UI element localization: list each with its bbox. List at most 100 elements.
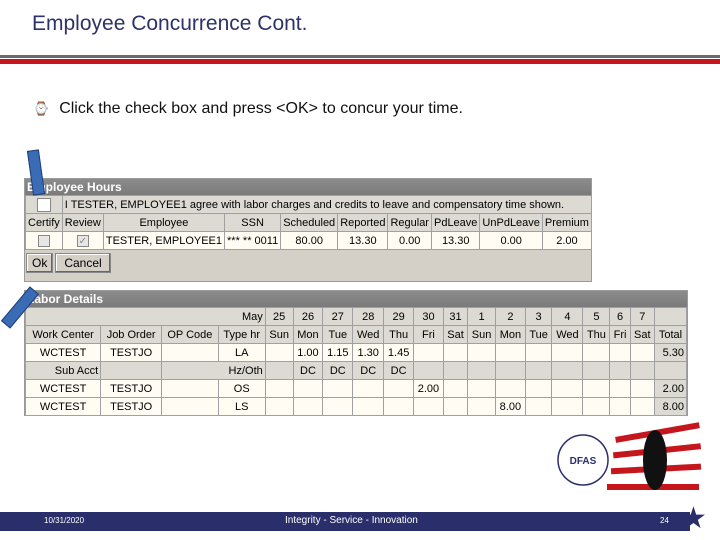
hours-cell: 1.00 (292, 343, 324, 362)
day-header: Sat (442, 325, 469, 344)
date-header: 5 (582, 307, 611, 326)
hours-cell (442, 361, 469, 380)
dfas-logo: DFAS (555, 420, 705, 510)
day-header: Wed (352, 325, 385, 344)
hours-cell (264, 361, 294, 380)
date-header: 1 (467, 307, 496, 326)
hours-cell (264, 397, 294, 416)
date-header: 31 (442, 307, 469, 326)
hours-cell (582, 379, 611, 398)
unpdleave-cell: 0.00 (479, 231, 543, 250)
day-header: Mon (292, 325, 324, 344)
date-header: 27 (322, 307, 354, 326)
logo-text: DFAS (570, 456, 597, 467)
hours-cell: 1.30 (352, 343, 385, 362)
hours-cell (467, 343, 496, 362)
day-header: Fri (413, 325, 444, 344)
date-header: 4 (551, 307, 584, 326)
hours-cell (494, 379, 526, 398)
column-header: Premium (541, 213, 592, 232)
date-header: 6 (609, 307, 631, 326)
hours-cell (609, 379, 631, 398)
hours-cell (413, 343, 444, 362)
op-code-cell (161, 397, 219, 416)
premium-cell: 2.00 (541, 231, 592, 250)
work-center-cell: WCTEST (24, 343, 102, 362)
employee-hours-panel: Employee Hours I TESTER, EMPLOYEE1 agree… (24, 178, 592, 282)
day-header: Thu (383, 325, 415, 344)
employee-hours-header: Employee Hours (25, 179, 591, 195)
job-order-cell: TESTJO (100, 397, 163, 416)
cancel-button[interactable]: Cancel (55, 253, 111, 273)
hours-cell (582, 361, 611, 380)
clock-icon: ⌚ (33, 101, 50, 116)
hours-cell: DC (383, 361, 415, 380)
review-checkbox (76, 234, 89, 247)
hours-cell (551, 343, 584, 362)
hours-cell (629, 343, 655, 362)
pdleave-cell: 13.30 (430, 231, 481, 250)
day-header: Mon (494, 325, 526, 344)
hours-cell: 8.00 (494, 397, 526, 416)
date-header: 26 (292, 307, 324, 326)
hours-cell (494, 361, 526, 380)
type-cell: LA (217, 343, 266, 362)
certify-checkbox[interactable] (36, 197, 51, 212)
hours-cell (551, 379, 584, 398)
column-header: Type hr (217, 325, 266, 344)
hours-cell (524, 361, 553, 380)
footer-date: 10/31/2020 (44, 516, 85, 525)
month-label: May (25, 307, 266, 326)
footer-motto: Integrity - Service - Innovation (285, 515, 418, 526)
labor-details-panel: Labor Details May 25 26 27 28 29 30 31 1 2 3 4 5 6 7 Wo… (24, 290, 688, 416)
type-cell: OS (217, 379, 266, 398)
hours-cell (551, 397, 584, 416)
hours-cell (442, 343, 469, 362)
hours-cell (383, 379, 415, 398)
hours-cell (292, 397, 324, 416)
certify-row-checkbox[interactable] (37, 234, 50, 247)
reported-cell: 13.30 (337, 231, 389, 250)
hours-cell (264, 379, 294, 398)
type-cell: LS (217, 397, 266, 416)
regular-cell: 0.00 (387, 231, 432, 250)
blank (100, 361, 163, 380)
column-header: UnPdLeave (479, 213, 543, 232)
hours-cell (322, 379, 354, 398)
column-header: PdLeave (430, 213, 481, 232)
work-center-cell: WCTEST (24, 379, 102, 398)
hours-cell (467, 361, 496, 380)
column-header: Work Center (24, 325, 102, 344)
labor-details-header: Labor Details (25, 291, 687, 307)
hours-cell: DC (322, 361, 354, 380)
hours-cell (524, 379, 553, 398)
total-cell (653, 361, 688, 380)
total-cell: 5.30 (653, 343, 688, 362)
column-header: Review (61, 213, 104, 232)
hours-cell (629, 361, 655, 380)
footer-bar: 10/31/2020 Integrity - Service - Innovat… (0, 512, 690, 531)
column-header: Employee (102, 213, 226, 232)
op-code-cell (161, 343, 219, 362)
divider-gray (0, 55, 720, 58)
ok-button[interactable]: Ok (26, 253, 54, 273)
op-code-cell (161, 379, 219, 398)
day-header: Fri (609, 325, 631, 344)
date-header: 3 (524, 307, 553, 326)
hours-cell: 1.15 (322, 343, 354, 362)
hours-cell (524, 343, 553, 362)
hours-cell (352, 379, 385, 398)
total-cell: 2.00 (653, 379, 688, 398)
slide-title: Employee Concurrence Cont. (32, 12, 308, 35)
agreement-text: I TESTER, EMPLOYEE1 agree with labor cha… (61, 195, 592, 214)
column-header: OP Code (161, 325, 219, 344)
scheduled-cell: 80.00 (280, 231, 339, 250)
hours-cell (413, 361, 444, 380)
job-order-cell: TESTJO (100, 379, 163, 398)
hours-cell (264, 343, 294, 362)
hours-cell (582, 397, 611, 416)
day-header: Tue (322, 325, 354, 344)
hours-cell (629, 397, 655, 416)
date-header: 25 (264, 307, 294, 326)
date-header: 2 (494, 307, 526, 326)
